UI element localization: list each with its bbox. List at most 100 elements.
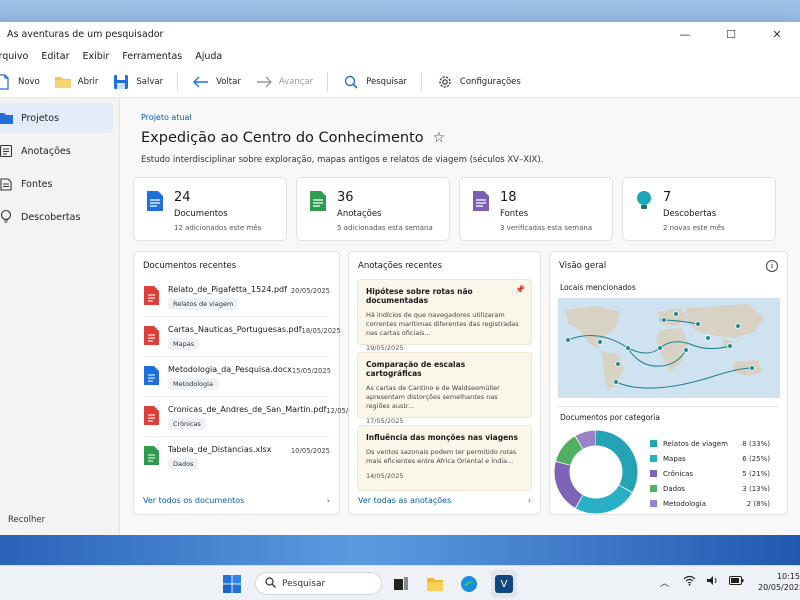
battery-icon[interactable] [729,576,744,588]
open-button[interactable]: Abrir [54,73,98,91]
start-button[interactable] [222,574,242,594]
sidebar-item-projetos[interactable]: Projetos [0,103,113,133]
sidebar-item-anotacoes[interactable]: Anotações [0,136,113,166]
pdf-file-icon [143,325,160,346]
legend-swatch [650,440,657,447]
note-card[interactable]: Influência das monções nas viagens Os ven… [357,425,532,491]
new-button[interactable]: Novo [0,73,40,91]
minimize-button[interactable]: — [662,22,708,46]
lightbulb-icon [0,209,14,225]
settings-button[interactable]: Configurações [436,73,521,91]
menu-arquivo[interactable]: Arquivo [0,51,28,62]
book-icon [0,176,14,192]
legend-swatch [650,455,657,462]
stat-card-anotacoes[interactable]: 36 Anotações 5 adicionadas esta semana [296,177,450,241]
stat-card-descobertas[interactable]: 7 Descobertas 2 novas este mês [622,177,776,241]
task-view-icon[interactable] [392,575,410,593]
legend-label: Metodologia [663,499,707,508]
world-map[interactable] [558,298,780,398]
save-button[interactable]: Salvar [112,73,163,91]
document-row[interactable]: Cronicas_de_Andres_de_San_Martin.pdf Crôn… [143,397,365,437]
windows-logo-icon [223,575,241,593]
menu-exibir[interactable]: Exibir [83,51,110,62]
sidebar-item-fontes[interactable]: Fontes [0,169,113,199]
sidebar-item-descobertas[interactable]: Descobertas [0,202,113,232]
folder-open-icon [54,73,72,91]
clock[interactable]: 10:15 20/05/2025 [758,571,800,593]
maximize-button[interactable]: ☐ [708,22,754,46]
panel-title: Anotações recentes [358,261,442,271]
document-tag[interactable]: Relatos de viagem [168,298,239,310]
chevron-up-icon[interactable]: ︿ [660,576,669,589]
research-app-icon: V [495,575,513,593]
stat-subtext: 5 adicionadas esta semana [337,224,433,232]
document-tag[interactable]: Metodologia [168,378,218,390]
all-documents-link[interactable]: Ver todos os documentos › [143,496,330,505]
back-button[interactable]: Voltar [192,73,241,91]
stat-card-fontes[interactable]: 18 Fontes 3 verificadas esta semana [459,177,613,241]
star-icon[interactable]: ☆ [433,130,446,146]
menu-ferramentas[interactable]: Ferramentas [122,51,182,62]
search-label: Pesquisar [366,76,407,87]
sidebar-item-label: Descobertas [21,211,81,223]
forward-button[interactable]: Avançar [255,73,313,91]
collapse-sidebar-button[interactable]: Recolher [8,515,45,525]
all-notes-link[interactable]: Ver todas as anotações › [358,496,531,505]
info-icon[interactable]: i [766,260,778,272]
link-label: Ver todas as anotações [358,496,452,505]
document-row[interactable]: Relato_de_Pigafetta_1524.pdf Relatos de v… [143,277,330,317]
legend-item: Metodologia 2 (8%) [650,496,770,511]
stat-label: Documentos [174,209,228,219]
donut-title: Documentos por categoria [560,413,660,422]
toolbar: Novo Abrir Salvar Voltar Avançar Pesquis… [0,66,800,98]
stat-subtext: 2 novas este mês [663,224,725,232]
document-name: Tabela_de_Distancias.xlsx [168,445,272,454]
document-tag[interactable]: Mapas [168,338,200,350]
legend-label: Relatos de viagem [663,439,728,448]
file-explorer-icon[interactable] [425,574,445,594]
search-placeholder: Pesquisar [282,578,326,589]
new-file-icon [0,73,12,91]
close-button[interactable]: ✕ [754,22,800,46]
menu-editar[interactable]: Editar [41,51,69,62]
taskbar: Pesquisar V ︿ 10:15 20/05/2025 [0,565,800,600]
recent-documents-panel: Documentos recentes Relato_de_Pigafetta_… [133,251,365,515]
legend-value: 5 (21%) [742,469,770,478]
sidebar-item-label: Anotações [21,145,71,157]
app-window: As aventuras de um pesquisador — ☐ ✕ Arq… [0,22,800,535]
menu-ajuda[interactable]: Ajuda [195,51,222,62]
document-name: Metodologia_da_Pesquisa.docx [168,365,292,374]
stat-card-documentos[interactable]: 24 Documentos 12 adicionados este mês [133,177,287,241]
project-description: Estudo interdisciplinar sobre exploração… [141,155,544,165]
legend-item: Crônicas 5 (21%) [650,466,770,481]
document-row[interactable]: Cartas_Nauticas_Portuguesas.pdf Mapas 18/0… [143,317,341,357]
document-row[interactable]: Tabela_de_Distancias.xlsx Dados 10/05/2025 [143,437,330,477]
note-card[interactable]: Comparação de escalas cartográficas As ca… [357,352,532,425]
document-tag[interactable]: Dados [168,458,199,470]
system-tray: ︿ 10:15 20/05/2025 [660,571,800,593]
document-tag[interactable]: Crônicas [168,418,206,430]
stat-subtext: 3 verificadas esta semana [500,224,593,232]
xlsx-file-icon [143,445,160,466]
legend-value: 2 (8%) [746,499,770,508]
stat-label: Descobertas [663,209,717,219]
pin-icon[interactable]: 📌 [515,285,525,294]
document-name: Relato_de_Pigafetta_1524.pdf [168,285,287,294]
volume-icon[interactable] [706,575,719,589]
breadcrumb[interactable]: Projeto atual [141,113,788,122]
title-bar: As aventuras de um pesquisador — ☐ ✕ [0,22,800,46]
taskbar-search[interactable]: Pesquisar [255,572,382,595]
note-card[interactable]: Hipótese sobre rotas não documentadas Há … [357,279,532,352]
category-donut-chart[interactable] [550,426,642,518]
legend-swatch [650,485,657,492]
wifi-icon[interactable] [683,575,696,589]
search-button[interactable]: Pesquisar [342,73,407,91]
taskbar-app-active[interactable]: V [491,570,517,598]
document-row[interactable]: Metodologia_da_Pesquisa.docx Metodologia 1… [143,357,332,397]
lightbulb-icon [635,190,655,240]
stat-number: 24 [174,190,191,205]
stat-number: 36 [337,190,354,205]
toolbar-separator [177,71,179,92]
document-date: 15/05/2025 [291,367,332,375]
edge-browser-icon[interactable] [459,574,479,594]
